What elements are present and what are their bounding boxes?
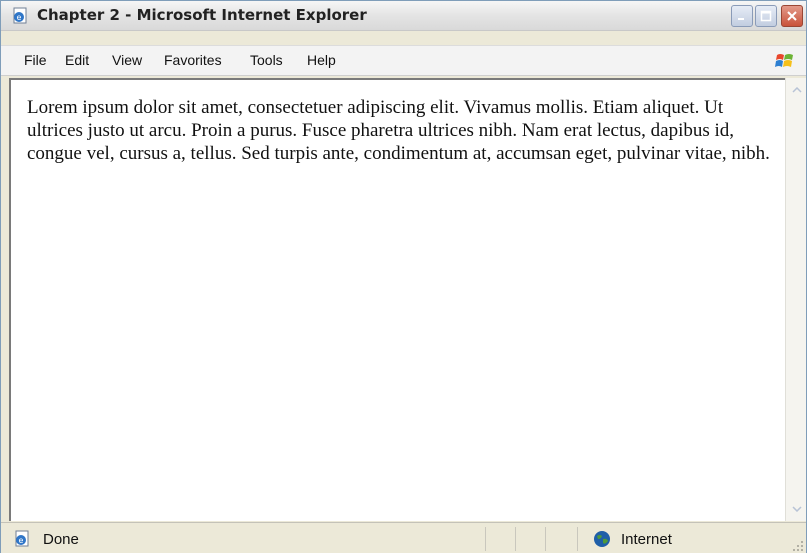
status-divider: [515, 527, 516, 551]
title-bar[interactable]: e Chapter 2 - Microsoft Internet Explore…: [1, 1, 806, 31]
menu-tools[interactable]: Tools: [250, 52, 283, 68]
windows-logo-icon: [775, 51, 795, 71]
close-icon: [787, 11, 797, 21]
ie-page-icon: e: [13, 530, 31, 548]
close-button[interactable]: [781, 5, 803, 27]
status-divider: [485, 527, 486, 551]
resize-grip-icon[interactable]: [791, 537, 804, 551]
ie-page-icon[interactable]: e: [11, 7, 29, 25]
page-paragraph: Lorem ipsum dolor sit amet, consectetuer…: [27, 97, 770, 164]
menu-view[interactable]: View: [112, 52, 142, 68]
security-zone-label: Internet: [621, 531, 672, 548]
browser-window: e Chapter 2 - Microsoft Internet Explore…: [0, 0, 807, 553]
minimize-icon: [738, 18, 744, 20]
status-divider: [545, 527, 546, 551]
globe-icon: [593, 530, 611, 548]
scroll-up-button[interactable]: [788, 81, 805, 98]
status-divider: [577, 527, 578, 551]
svg-text:e: e: [17, 13, 22, 22]
menu-file[interactable]: File: [24, 52, 47, 68]
svg-text:e: e: [19, 536, 24, 545]
menu-edit[interactable]: Edit: [65, 52, 89, 68]
chevron-up-icon: [791, 86, 802, 93]
maximize-button[interactable]: [755, 5, 777, 27]
menu-help[interactable]: Help: [307, 52, 336, 68]
window-title: Chapter 2 - Microsoft Internet Explorer: [37, 6, 367, 24]
scroll-down-button[interactable]: [788, 500, 805, 517]
status-text: Done: [43, 531, 79, 548]
menu-bar: File Edit View Favorites Tools Help: [1, 45, 806, 76]
status-bar: e Done Internet: [1, 522, 806, 553]
page-content[interactable]: Lorem ipsum dolor sit amet, consectetuer…: [9, 78, 785, 521]
menu-favorites[interactable]: Favorites: [164, 52, 222, 68]
maximize-icon: [760, 10, 772, 22]
vertical-scrollbar[interactable]: [785, 78, 806, 521]
minimize-button[interactable]: [731, 5, 753, 27]
chevron-down-icon: [791, 505, 802, 512]
